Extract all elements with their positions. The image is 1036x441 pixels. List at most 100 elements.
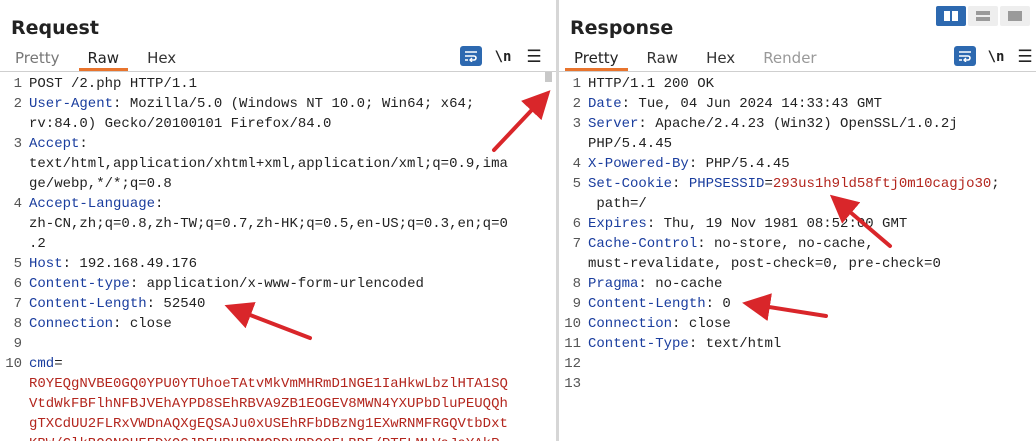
token: : close	[672, 316, 731, 332]
request-tab-divider	[0, 71, 556, 72]
token: : no-cache	[638, 276, 723, 292]
line-text: R0YEQgNVBE0GQ0YPU0YTUhoeTAtvMkVmMHRmD1NG…	[29, 374, 508, 394]
response-title: Response	[570, 17, 674, 39]
token: ge/webp,*/*;q=0.8	[29, 176, 172, 192]
code-line: 8 Connection: close	[0, 314, 556, 334]
line-text: zh-CN,zh;q=0.8,zh-TW;q=0.7,zh-HK;q=0.5,e…	[29, 214, 508, 234]
token: : Apache/2.4.23 (Win32) OpenSSL/1.0.2j	[638, 116, 958, 132]
line-text: Content-Length: 52540	[29, 294, 205, 314]
line-number: 7	[572, 236, 581, 252]
code-line: 2 User-Agent: Mozilla/5.0 (Windows NT 10.…	[0, 94, 556, 114]
line-number: 1	[13, 76, 22, 92]
token: : Thu, 19 Nov 1981 08:52:00 GMT	[646, 216, 908, 232]
token: path=/	[588, 196, 647, 212]
code-line: gTXCdUU2FLRxVWDnAQXgEQSAJu0xUSEhRFbDBzNg…	[0, 414, 556, 434]
line-number: 10	[564, 316, 581, 332]
response-tab-pretty[interactable]: Pretty	[565, 47, 628, 71]
code-line: VtdWkFBFlhNFBJVEhAYPD8SEhRBVA9ZB1EOGEV8M…	[0, 394, 556, 414]
hamburger-menu-icon[interactable]: ☰	[524, 46, 544, 68]
hamburger-menu-icon[interactable]: ☰	[1015, 46, 1035, 68]
wrap-lines-icon[interactable]	[460, 46, 482, 66]
line-text: path=/	[588, 194, 647, 214]
split-vertical-icon[interactable]	[968, 6, 998, 26]
token: Content-Length	[29, 296, 147, 312]
line-text: must-revalidate, post-check=0, pre-check…	[588, 254, 941, 274]
response-tab-raw[interactable]: Raw	[638, 47, 688, 71]
code-line: 10 Connection: close	[559, 314, 1036, 334]
response-tab-render[interactable]: Render	[754, 47, 825, 71]
token: =	[54, 356, 63, 372]
line-text: Accept-Language:	[29, 194, 163, 214]
response-tabs: Pretty Raw Hex Render	[565, 47, 836, 71]
token: zh-CN,zh;q=0.8,zh-TW;q=0.7,zh-HK;q=0.5,e…	[29, 216, 508, 232]
request-tab-hex[interactable]: Hex	[138, 47, 185, 71]
code-line: text/html,application/xhtml+xml,applicat…	[0, 154, 556, 174]
line-number: 12	[564, 356, 581, 372]
code-line: 4 Accept-Language:	[0, 194, 556, 214]
single-pane-icon[interactable]	[1000, 6, 1030, 26]
code-line: 9 Content-Length: 0	[559, 294, 1036, 314]
line-text: KBW/ClkBQ0NQUFFDXQCJDFUBUDPMODDVPDQ0FLBD…	[29, 434, 499, 441]
request-tab-pretty[interactable]: Pretty	[6, 47, 69, 71]
line-number: 3	[13, 136, 22, 152]
token: KBW/ClkBQ0NQUFFDXQCJDFUBUDPMODDVPDQ0FLBD…	[29, 436, 499, 441]
line-text: Set-Cookie: PHPSESSID=293us1h9ld58ftj0m1…	[588, 174, 1000, 194]
line-text: gTXCdUU2FLRxVWDnAQXgEQSAJu0xUSEhRFbDBzNg…	[29, 414, 508, 434]
token: : no-store, no-cache,	[697, 236, 874, 252]
code-line: 6 Content-type: application/x-www-form-ur…	[0, 274, 556, 294]
token: : 192.168.49.176	[62, 256, 198, 272]
wrap-lines-icon[interactable]	[954, 46, 976, 66]
line-text: cmd=	[29, 354, 63, 374]
code-line: path=/	[559, 194, 1036, 214]
token: Expires	[588, 216, 647, 232]
token: Cache-Control	[588, 236, 698, 252]
line-number: 9	[572, 296, 581, 312]
token: Host	[29, 256, 63, 272]
code-line: 1 HTTP/1.1 200 OK	[559, 74, 1036, 94]
request-tab-raw[interactable]: Raw	[78, 47, 129, 71]
show-newlines-button[interactable]: \n	[985, 46, 1007, 68]
code-line: 4 X-Powered-By: PHP/5.4.45	[559, 154, 1036, 174]
token: User-Agent	[29, 96, 114, 112]
show-newlines-button[interactable]: \n	[492, 46, 514, 68]
line-number: 2	[572, 96, 581, 112]
line-number: 6	[572, 216, 581, 232]
token: HTTP/1.1 200 OK	[588, 76, 715, 92]
code-line: 10 cmd=	[0, 354, 556, 374]
line-text: PHP/5.4.45	[588, 134, 672, 154]
line-text: .2	[29, 234, 46, 254]
line-number: 7	[13, 296, 22, 312]
line-number: 5	[13, 256, 22, 272]
token: PHP/5.4.45	[588, 136, 673, 152]
split-horizontal-icon[interactable]	[936, 6, 966, 26]
token: Accept	[29, 136, 80, 152]
token: Content-Type	[588, 336, 689, 352]
response-editor[interactable]: 1 HTTP/1.1 200 OK 2 Date: Tue, 04 Jun 2024 …	[559, 74, 1036, 441]
line-text: HTTP/1.1 200 OK	[588, 74, 714, 94]
code-line: 6 Expires: Thu, 19 Nov 1981 08:52:00 GMT	[559, 214, 1036, 234]
line-number: 8	[572, 276, 581, 292]
line-text: Date: Tue, 04 Jun 2024 14:33:43 GMT	[588, 94, 882, 114]
code-line: rv:84.0) Gecko/20100101 Firefox/84.0	[0, 114, 556, 134]
request-scrollbar-thumb[interactable]	[545, 72, 552, 82]
token: 293us1h9ld58ftj0m10cagjo30	[772, 176, 992, 192]
line-text: text/html,application/xhtml+xml,applicat…	[29, 154, 508, 174]
code-line: 8 Pragma: no-cache	[559, 274, 1036, 294]
request-editor[interactable]: 1 POST /2.php HTTP/1.1 2 User-Agent: Mozill…	[0, 74, 556, 441]
code-line: zh-CN,zh;q=0.8,zh-TW;q=0.7,zh-HK;q=0.5,e…	[0, 214, 556, 234]
line-number: 3	[572, 116, 581, 132]
response-tab-hex[interactable]: Hex	[697, 47, 744, 71]
token: : Mozilla/5.0 (Windows NT 10.0; Win64; x…	[113, 96, 475, 112]
line-text: User-Agent: Mozilla/5.0 (Windows NT 10.0…	[29, 94, 474, 114]
line-number: 11	[564, 336, 581, 352]
line-number: 13	[564, 376, 581, 392]
token: :	[79, 136, 88, 152]
request-pane: Request Pretty Raw Hex \n ☰ 1 POST /2.php…	[0, 0, 556, 441]
token: Pragma	[588, 276, 639, 292]
code-line: 12	[559, 354, 1036, 374]
token: :	[672, 176, 689, 192]
token: Set-Cookie	[588, 176, 673, 192]
token: : close	[113, 316, 172, 332]
token: rv:84.0) Gecko/20100101 Firefox/84.0	[29, 116, 332, 132]
line-text: rv:84.0) Gecko/20100101 Firefox/84.0	[29, 114, 331, 134]
